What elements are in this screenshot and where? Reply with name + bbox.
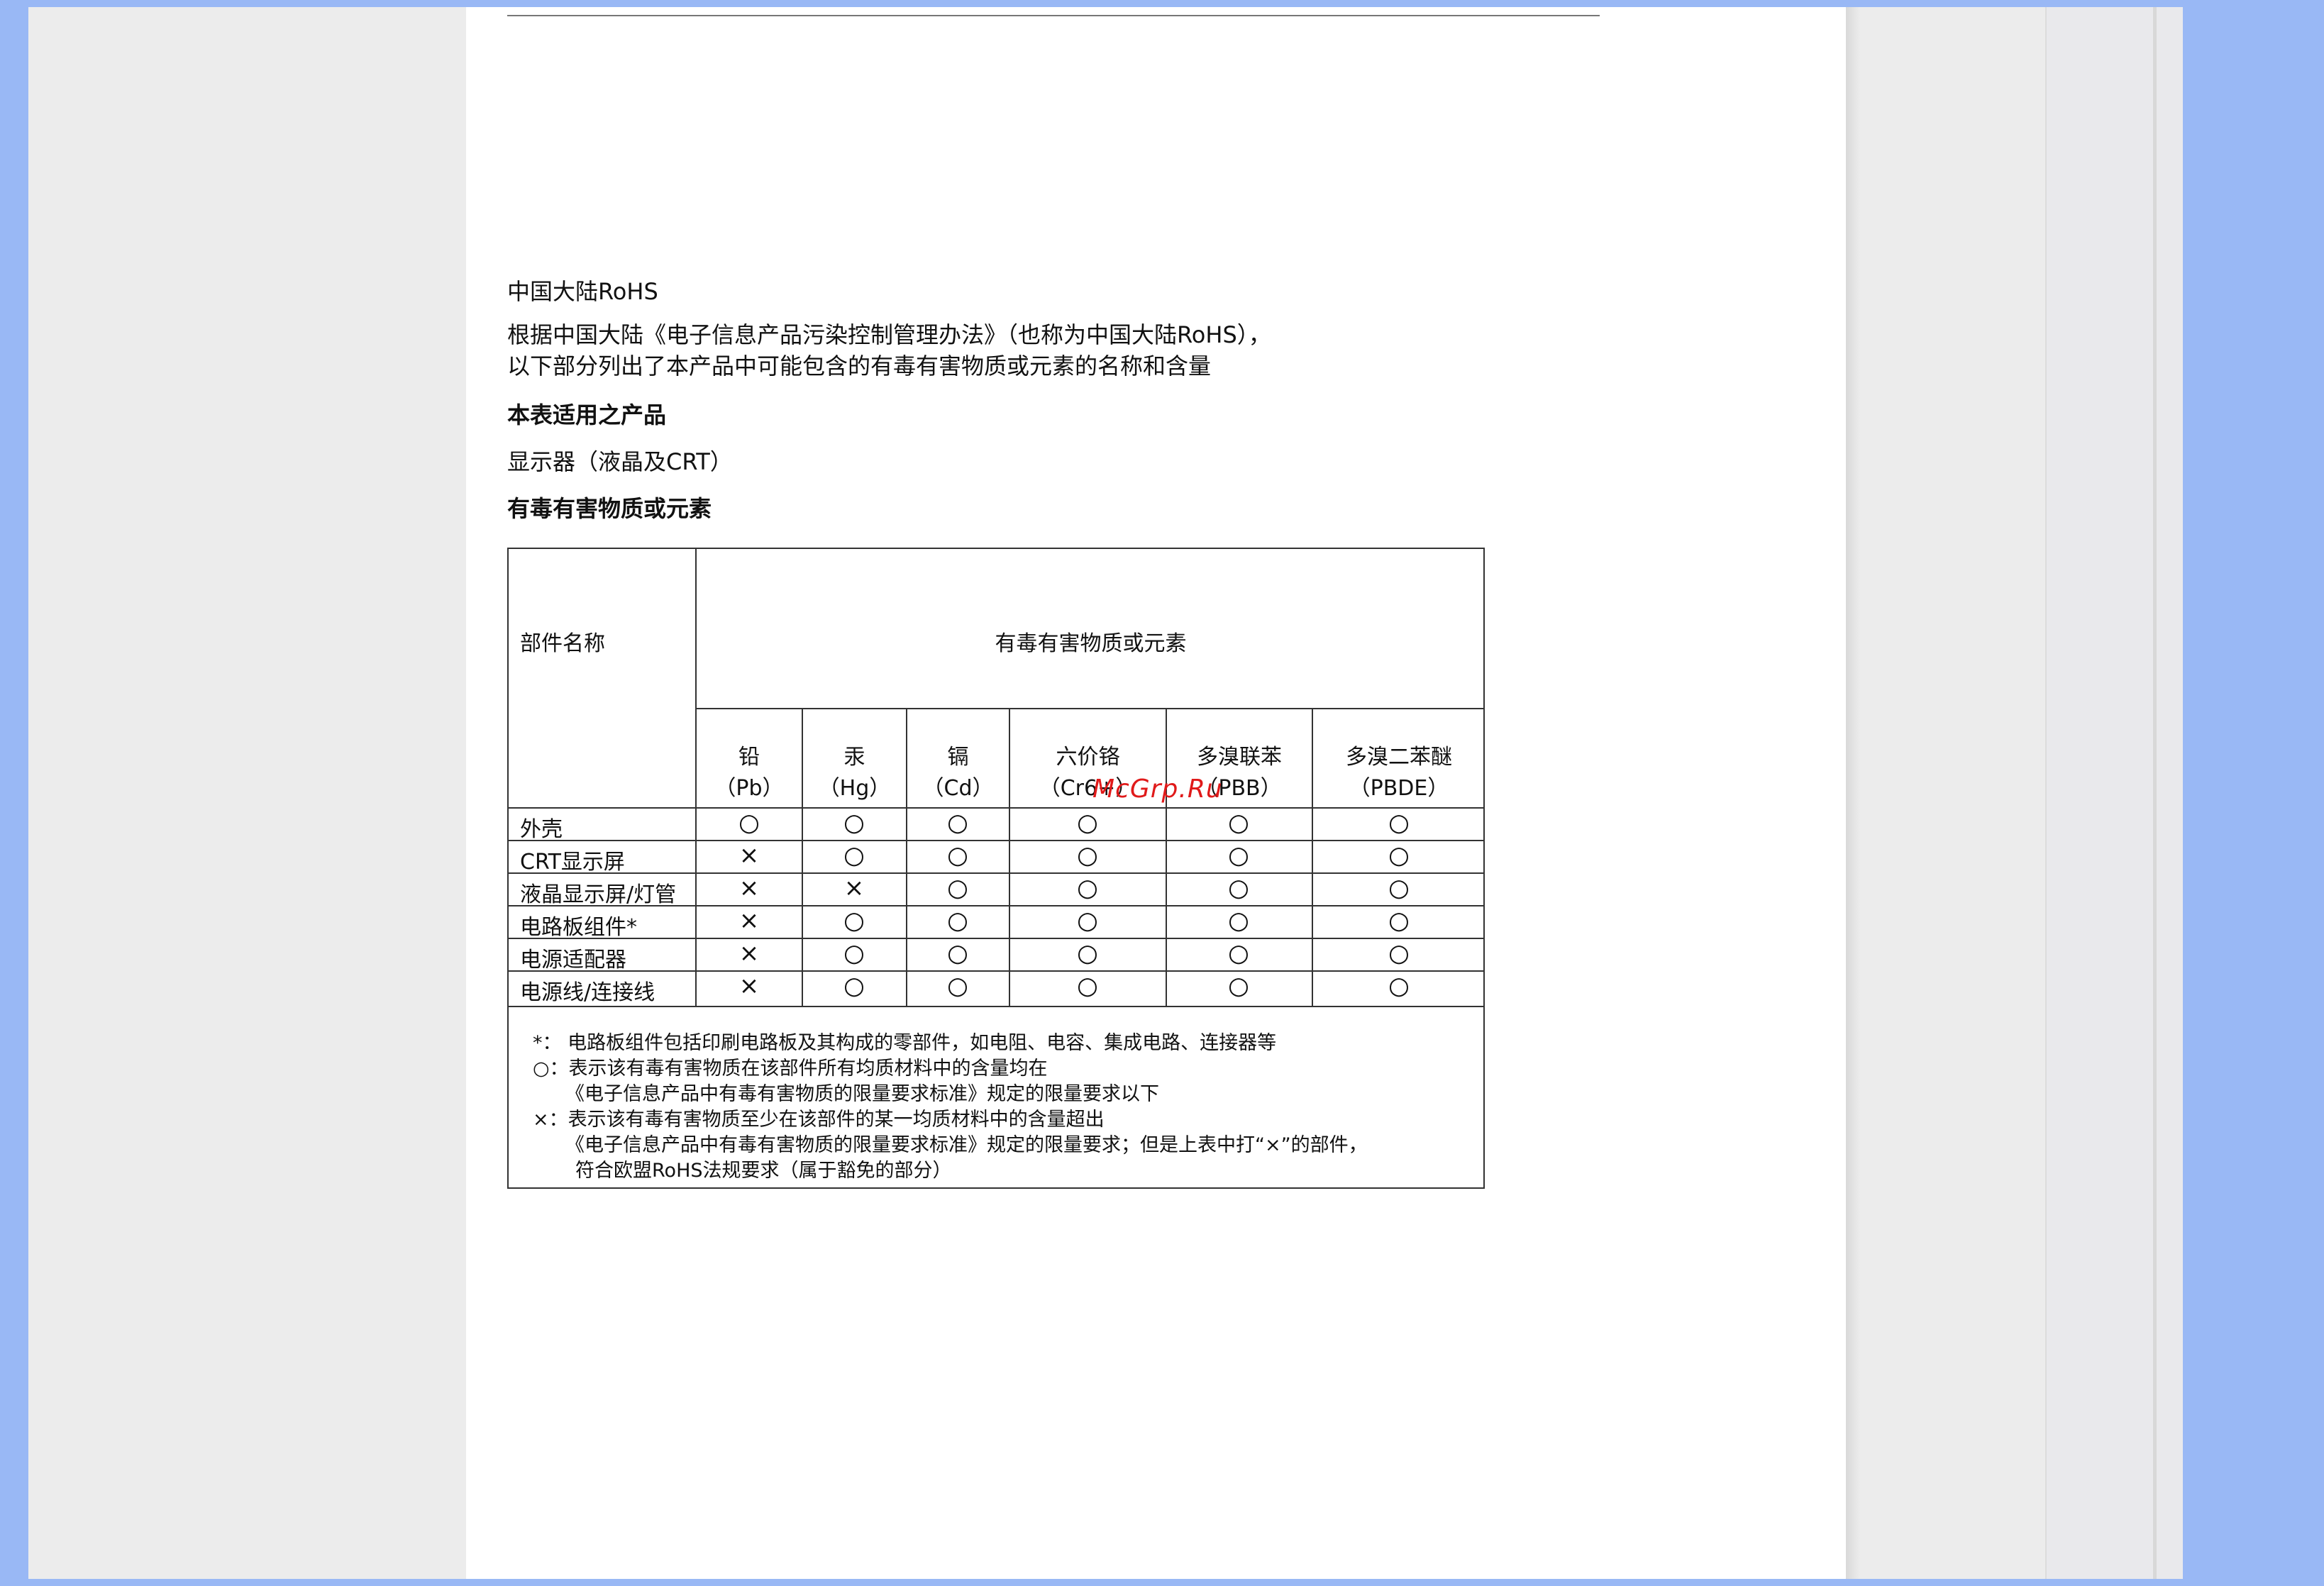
applies-heading: 本表适用之产品 — [507, 401, 667, 428]
note-line: 《电子信息产品中有毒有害物质的限量要求标准》规定的限量要求；但是上表中打“×”的… — [565, 1134, 1368, 1156]
table-cell-value: ○ — [738, 809, 760, 837]
note-line: ○：表示该有毒有害物质在该部件所有均质材料中的含量均在 — [533, 1058, 1048, 1080]
note-line: *： 电路板组件包括印刷电路板及其构成的零部件，如电阻、电容、集成电路、连接器等 — [533, 1032, 1277, 1054]
table-cell-value: ○ — [947, 972, 968, 1000]
table-cell-value: × — [738, 972, 760, 1000]
table-cell-value: ○ — [947, 906, 968, 935]
table-cell-value: ○ — [1077, 809, 1098, 837]
table-cell-value: ○ — [1388, 939, 1410, 967]
table-cell-value: ○ — [843, 841, 865, 870]
table-cell-value: ○ — [1228, 972, 1249, 1000]
column-header-lead: 铅（Pb） — [714, 745, 784, 801]
note-line: ×：表示该有毒有害物质至少在该部件的某一均质材料中的含量超出 — [533, 1109, 1105, 1131]
substances-group-header: 有毒有害物质或元素 — [995, 631, 1187, 656]
table-cell-value: ○ — [1388, 809, 1410, 837]
product-line: 显示器（液晶及CRT） — [507, 448, 733, 475]
scrollbar-edge[interactable] — [2153, 7, 2157, 1579]
table-cell-value: × — [738, 874, 760, 902]
row-part-label: 电源适配器 — [520, 948, 626, 972]
watermark: McGrp.Ru — [1092, 775, 1223, 804]
table-cell-value: ○ — [947, 874, 968, 902]
table-cell-value: ○ — [843, 906, 865, 935]
table-cell-value: ○ — [1388, 841, 1410, 870]
table-cell-value: ○ — [843, 972, 865, 1000]
column-header-pbde: 多溴二苯醚 （PBDE） — [1346, 745, 1452, 801]
section-title: 中国大陆RoHS — [507, 278, 658, 305]
table-cell-value: ○ — [1228, 809, 1249, 837]
page-shadow — [1846, 7, 1860, 1579]
table-cell-value: ○ — [1077, 939, 1098, 967]
table-cell-value: ○ — [1228, 841, 1249, 870]
table-cell-value: ○ — [843, 939, 865, 967]
table-cell-value: ○ — [1077, 874, 1098, 902]
intro-line-2: 以下部分列出了本产品中可能包含的有毒有害物质或元素的名称和含量 — [507, 353, 1212, 379]
table-cell-value: ○ — [947, 939, 968, 967]
table-cell-value: ○ — [1228, 939, 1249, 967]
substances-heading: 有毒有害物质或元素 — [507, 495, 712, 522]
table-cell-value: × — [738, 841, 760, 870]
column-header-mercury: 汞（Hg） — [818, 745, 891, 801]
row-part-label: CRT显示屏 — [520, 850, 625, 875]
table-cell-value: ○ — [1388, 906, 1410, 935]
hazardous-substances-table: 部件名称 有毒有害物质或元素 铅（Pb） 汞（Hg） 镉（Cd） 六价铬 （Cr6… — [507, 548, 1485, 1189]
note-line: 符合欧盟RoHS法规要求（属于豁免的部分） — [575, 1160, 952, 1182]
row-part-label: 电源线/连接线 — [520, 980, 655, 1005]
row-part-label: 电路板组件* — [520, 915, 637, 940]
table-cell-value: × — [843, 874, 865, 902]
column-header-cadmium: 镉（Cd） — [922, 745, 994, 801]
table-cell-value: ○ — [1077, 972, 1098, 1000]
table-cell-value: × — [738, 939, 760, 967]
row-part-label: 液晶显示屏/灯管 — [520, 882, 677, 907]
intro-line-1: 根据中国大陆《电子信息产品污染控制管理办法》（也称为中国大陆RoHS）， — [507, 321, 1271, 348]
table-cell-value: ○ — [947, 809, 968, 837]
table-cell-value: × — [738, 906, 760, 935]
note-line: 《电子信息产品中有毒有害物质的限量要求标准》规定的限量要求以下 — [565, 1083, 1159, 1105]
table-cell-value: ○ — [1228, 874, 1249, 902]
table-cell-value: ○ — [1077, 906, 1098, 935]
table-cell-value: ○ — [1388, 874, 1410, 902]
table-cell-value: ○ — [843, 809, 865, 837]
header-rule — [507, 15, 1600, 16]
table-cell-value: ○ — [1077, 841, 1098, 870]
row-part-label: 外壳 — [520, 817, 563, 842]
table-cell-value: ○ — [1228, 906, 1249, 935]
part-name-header: 部件名称 — [520, 631, 605, 656]
right-panel — [2045, 7, 2183, 1579]
table-cell-value: ○ — [1388, 972, 1410, 1000]
table-cell-value: ○ — [947, 841, 968, 870]
